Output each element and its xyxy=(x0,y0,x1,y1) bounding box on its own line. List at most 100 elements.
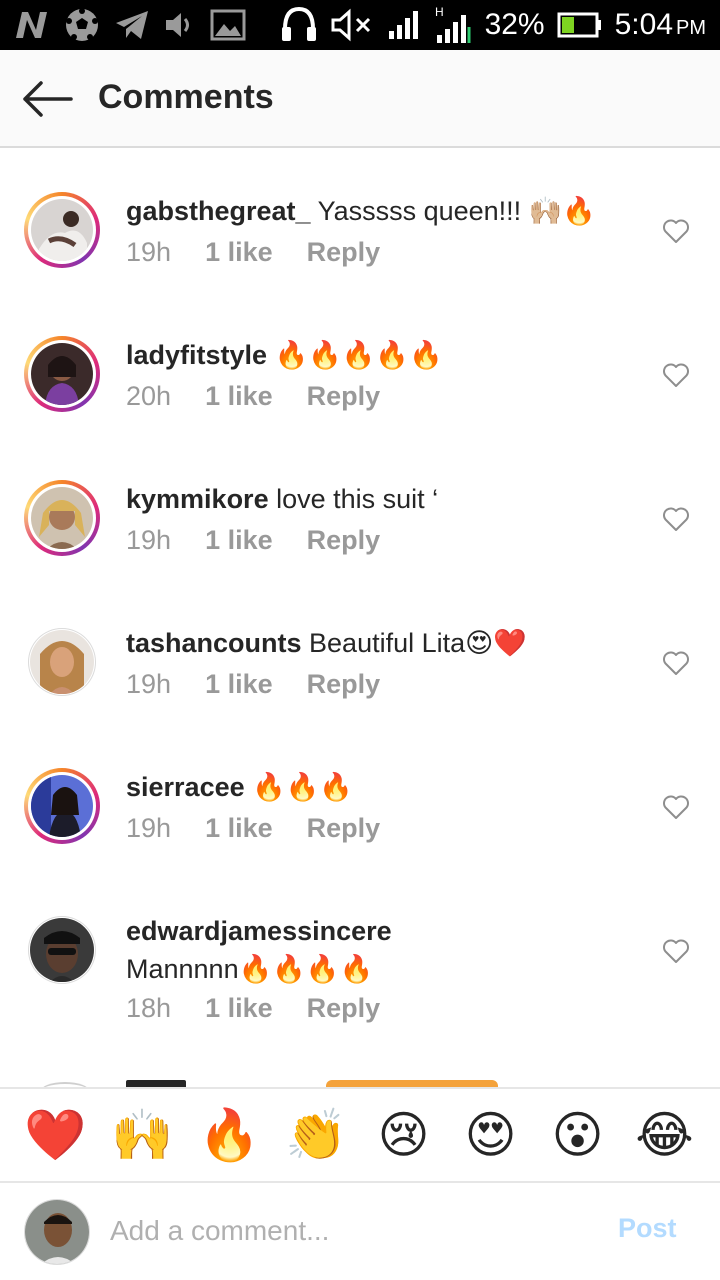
comment-meta: 19h 1 like Reply xyxy=(126,237,380,268)
reply-button[interactable]: Reply xyxy=(307,813,381,844)
comment-meta: 18h 1 like Reply xyxy=(126,993,380,1024)
avatar-photo xyxy=(31,775,93,837)
avatar-photo xyxy=(31,343,93,405)
comment-text: Beautiful Lita😍❤️ xyxy=(301,628,527,658)
comment-item: ladyfitstyle 🔥🔥🔥🔥🔥 20h 1 like Reply xyxy=(0,336,720,476)
comment-time: 18h xyxy=(126,993,172,1023)
comment-item: tashancounts Beautiful Lita😍❤️ 19h 1 lik… xyxy=(0,624,720,764)
emoji-fire-button[interactable]: 🔥 xyxy=(195,1105,265,1165)
comment-input[interactable] xyxy=(110,1209,590,1253)
comment-likes[interactable]: 1 like xyxy=(205,381,273,412)
comment-meta: 19h 1 like Reply xyxy=(126,525,380,556)
comment-time: 19h xyxy=(126,237,172,267)
clock-time: 5:04 xyxy=(614,8,673,41)
emoji-raised-hands-button[interactable]: 🙌 xyxy=(108,1105,178,1165)
emoji-partial xyxy=(326,1080,498,1087)
reply-button[interactable]: Reply xyxy=(307,525,381,556)
soccer-ball-icon xyxy=(64,7,100,43)
avatar[interactable] xyxy=(24,192,100,268)
comment-body: tashancounts Beautiful Lita😍❤️ xyxy=(126,624,646,662)
reply-button[interactable]: Reply xyxy=(307,993,381,1024)
svg-text:H: H xyxy=(435,5,444,19)
comment-username[interactable]: sierracee xyxy=(126,772,245,802)
comment-username[interactable]: gabsthegreat_ xyxy=(126,196,311,226)
comment-meta: 19h 1 like Reply xyxy=(126,813,380,844)
comment-meta: 20h 1 like Reply xyxy=(126,381,380,412)
comment-body: edwardjamessincere Mannnnn🔥🔥🔥🔥 xyxy=(126,912,646,988)
reply-button[interactable]: Reply xyxy=(307,669,381,700)
comment-likes[interactable]: 1 like xyxy=(205,669,273,700)
page-title: Comments xyxy=(98,78,274,116)
comment-item: sierracee 🔥🔥🔥 19h 1 like Reply xyxy=(0,768,720,908)
comment-username[interactable]: kymmikore xyxy=(126,484,269,514)
like-heart-icon[interactable] xyxy=(662,362,690,388)
like-heart-icon[interactable] xyxy=(662,794,690,820)
emoji-clap-button[interactable]: 👏 xyxy=(282,1105,352,1165)
back-arrow-icon xyxy=(23,81,73,117)
clock-ampm: PM xyxy=(676,17,706,39)
like-heart-icon[interactable] xyxy=(662,218,690,244)
comment-time: 19h xyxy=(126,813,172,843)
comment-text: 🔥🔥🔥 xyxy=(244,772,353,802)
image-icon xyxy=(210,9,246,41)
emoji-laughing-button[interactable]: 😂 xyxy=(630,1105,700,1165)
comment-item: kymmikore love this suit ‘ 19h 1 like Re… xyxy=(0,480,720,620)
comment-time: 20h xyxy=(126,381,172,411)
reply-button[interactable]: Reply xyxy=(307,237,381,268)
comment-likes[interactable]: 1 like xyxy=(205,993,273,1024)
comment-item-partial xyxy=(0,1080,720,1087)
reply-button[interactable]: Reply xyxy=(307,381,381,412)
avatar[interactable] xyxy=(24,480,100,556)
avatar[interactable] xyxy=(28,916,96,984)
comment-text: 🔥🔥🔥🔥🔥 xyxy=(267,340,443,370)
battery-icon xyxy=(557,12,603,38)
comment-likes[interactable]: 1 like xyxy=(205,813,273,844)
avatar[interactable] xyxy=(28,628,96,696)
telegram-icon xyxy=(114,9,150,41)
avatar-photo xyxy=(31,199,93,261)
comment-body: sierracee 🔥🔥🔥 xyxy=(126,768,646,806)
emoji-heart-button[interactable]: ❤️ xyxy=(21,1105,91,1165)
avatar-photo xyxy=(30,918,94,982)
comment-username[interactable]: ladyfitstyle xyxy=(126,340,267,370)
status-bar: H 32% 5:04 PM xyxy=(0,0,720,50)
comment-username[interactable]: edwardjamessincere xyxy=(126,916,392,946)
like-heart-icon[interactable] xyxy=(662,938,690,964)
emoji-heart-eyes-button[interactable]: 😍 xyxy=(456,1105,526,1165)
avatar-photo xyxy=(31,487,93,549)
comment-likes[interactable]: 1 like xyxy=(205,525,273,556)
emoji-surprised-button[interactable]: 😮 xyxy=(543,1105,613,1165)
comment-text: Yasssss queen!!! 🙌🏼🔥 xyxy=(310,196,596,226)
emoji-sad-button[interactable]: 😢 xyxy=(369,1105,439,1165)
volume-icon xyxy=(164,10,196,40)
emoji-quick-bar: ❤️ 🙌 🔥 👏 😢 😍 😮 😂 xyxy=(0,1087,720,1183)
comments-list[interactable]: gabsthegreat_ Yasssss queen!!! 🙌🏼🔥 19h 1… xyxy=(0,150,720,1087)
status-bar-right: H 32% 5:04 PM xyxy=(279,0,706,50)
headset-icon xyxy=(279,5,319,45)
comment-item: edwardjamessincere Mannnnn🔥🔥🔥🔥 18h 1 like… xyxy=(0,912,720,1082)
status-bar-left xyxy=(14,0,246,50)
comment-meta: 19h 1 like Reply xyxy=(126,669,380,700)
comment-body: ladyfitstyle 🔥🔥🔥🔥🔥 xyxy=(126,336,646,374)
signal-icon xyxy=(387,9,421,41)
avatar[interactable] xyxy=(24,336,100,412)
header: Comments xyxy=(0,50,720,148)
like-heart-icon[interactable] xyxy=(662,506,690,532)
post-button[interactable]: Post xyxy=(618,1213,677,1244)
avatar[interactable] xyxy=(24,768,100,844)
avatar xyxy=(24,1199,90,1265)
comment-body: kymmikore love this suit ‘ xyxy=(126,480,646,518)
comment-item: gabsthegreat_ Yasssss queen!!! 🙌🏼🔥 19h 1… xyxy=(0,192,720,332)
mute-icon xyxy=(331,8,375,42)
like-heart-icon[interactable] xyxy=(662,650,690,676)
comment-time: 19h xyxy=(126,525,172,555)
back-button[interactable] xyxy=(18,74,76,124)
comment-username[interactable]: tashancounts xyxy=(126,628,302,658)
comment-likes[interactable]: 1 like xyxy=(205,237,273,268)
comment-body: gabsthegreat_ Yasssss queen!!! 🙌🏼🔥 xyxy=(126,192,646,230)
comment-time: 19h xyxy=(126,669,172,699)
comment-text: Mannnnn🔥🔥🔥🔥 xyxy=(126,954,374,984)
h-signal-icon: H xyxy=(433,5,473,45)
avatar-photo xyxy=(30,630,94,694)
comment-text: love this suit ‘ xyxy=(268,484,439,514)
